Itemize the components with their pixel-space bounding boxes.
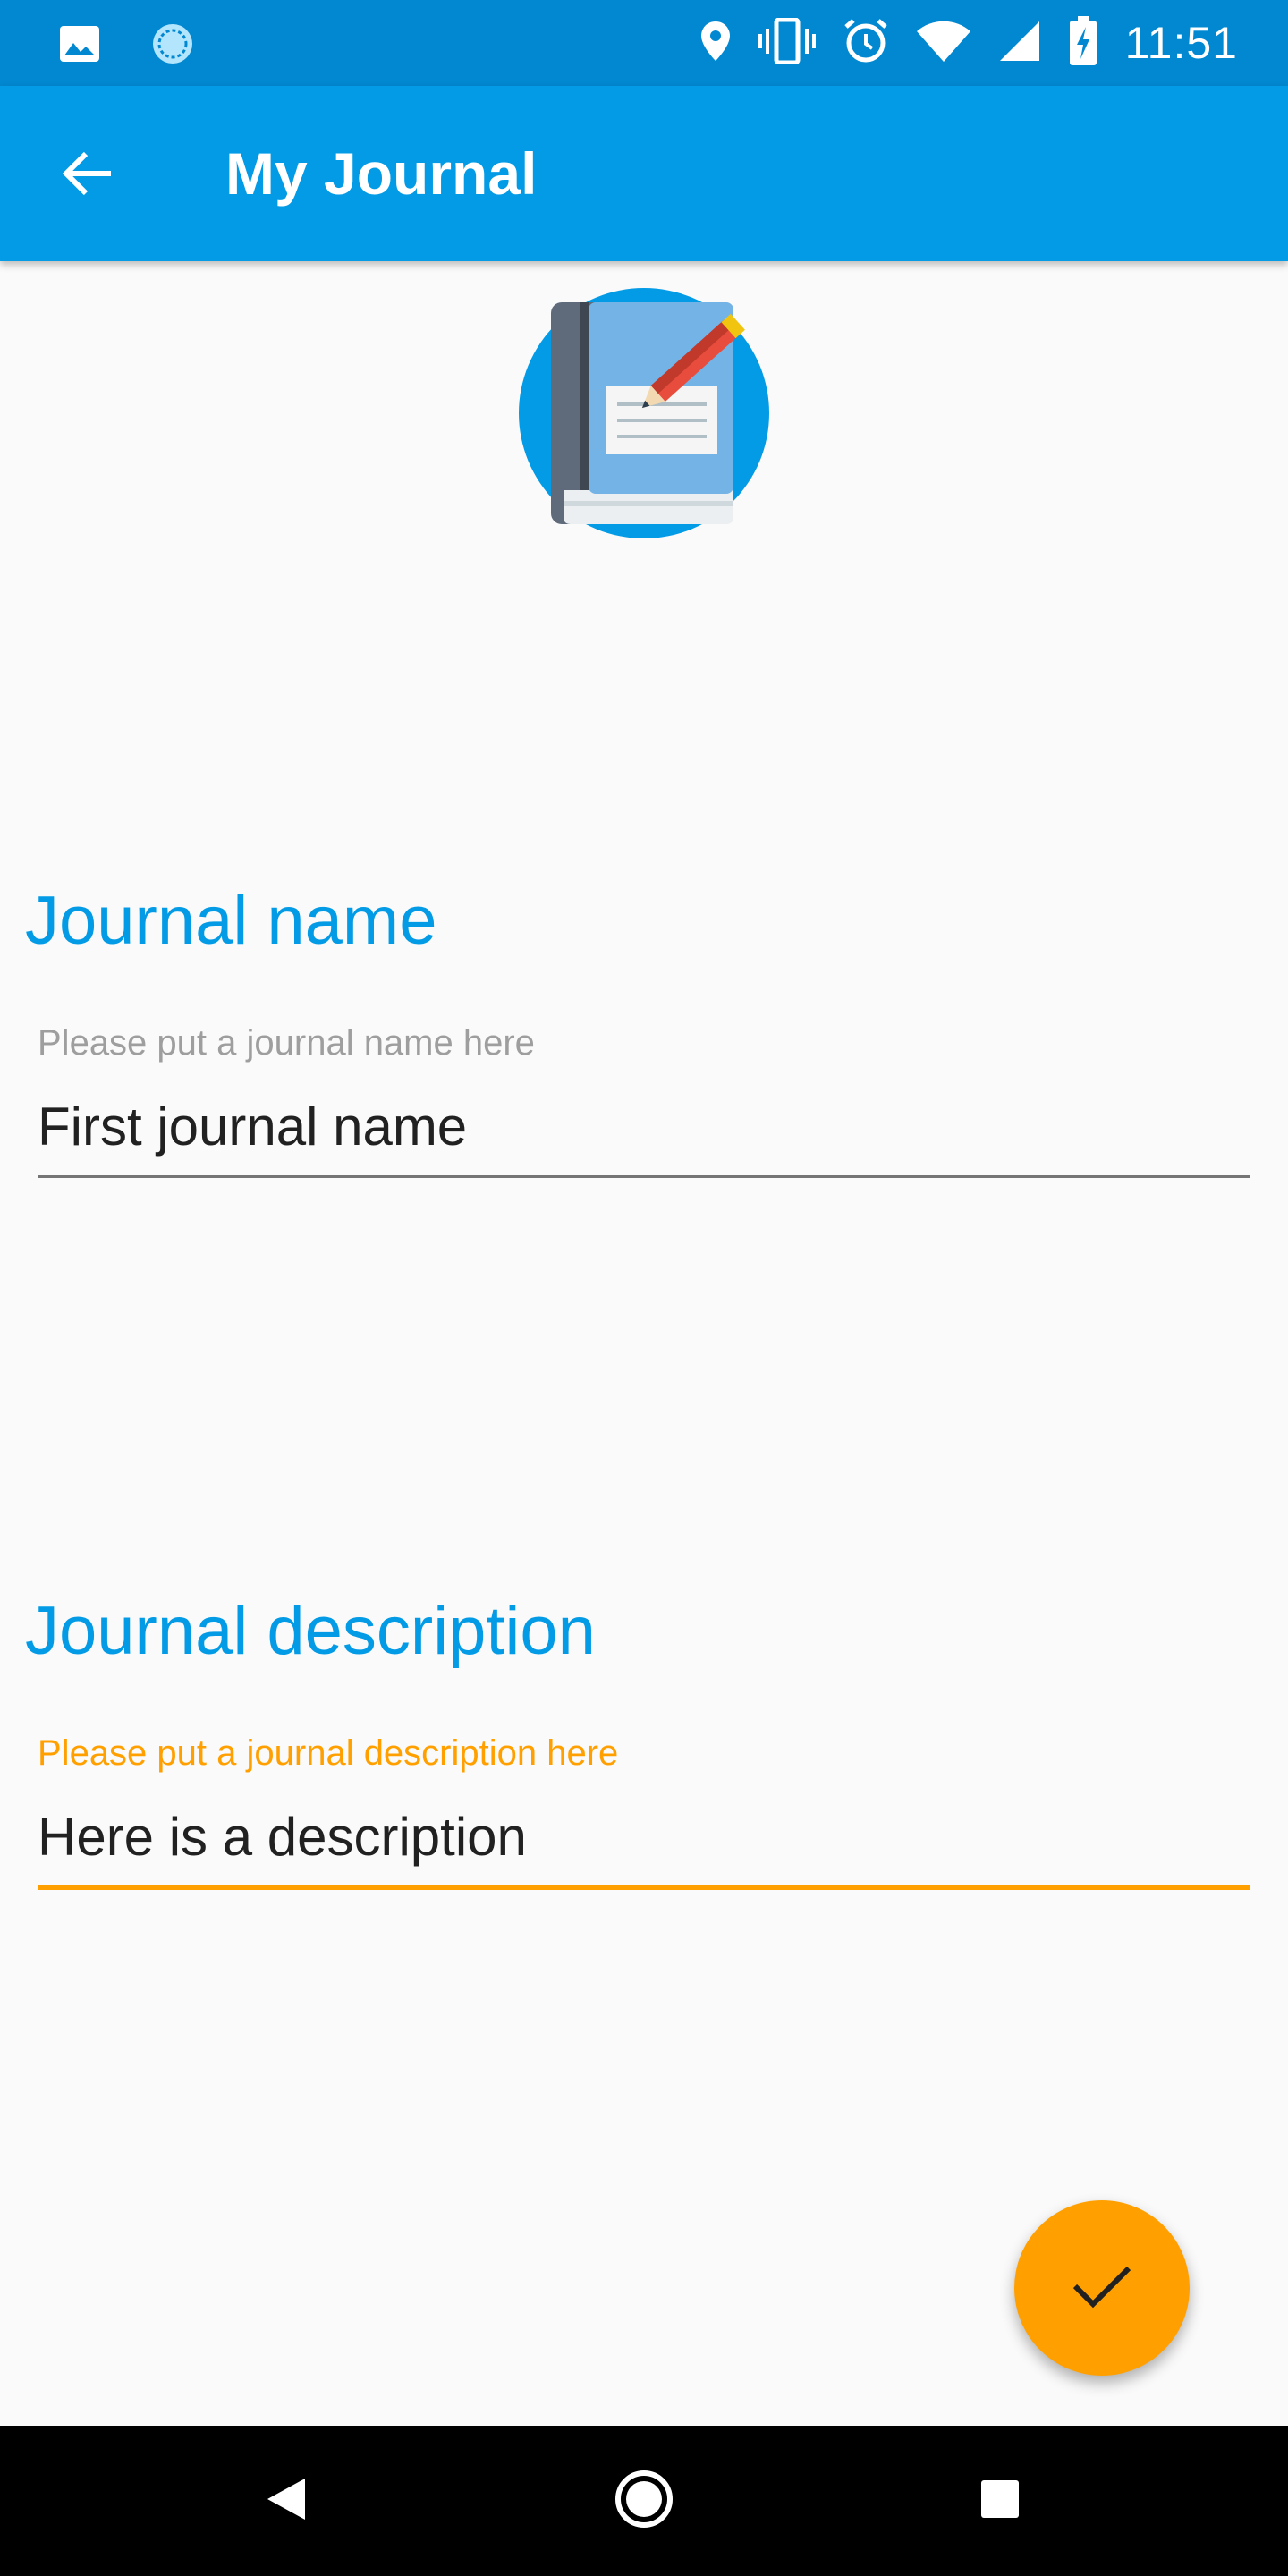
recents-square-icon	[980, 2479, 1020, 2523]
journal-description-heading: Journal description	[25, 1593, 596, 1669]
journal-description-field[interactable]: Please put a journal description here He…	[38, 1730, 1250, 1890]
journal-name-field[interactable]: Please put a journal name here First jou…	[38, 1020, 1250, 1178]
journal-description-input[interactable]: Here is a description	[38, 1801, 1250, 1873]
battery-charging-icon	[1068, 15, 1098, 71]
app-title: My Journal	[225, 140, 538, 207]
journal-description-underline	[38, 1885, 1250, 1890]
back-button[interactable]	[45, 132, 131, 218]
home-circle-icon	[614, 2470, 674, 2533]
status-time: 11:51	[1124, 18, 1238, 68]
location-icon	[699, 20, 732, 67]
nav-recents-button[interactable]	[964, 2465, 1036, 2537]
wifi-icon	[916, 21, 971, 66]
vibrate-icon	[758, 17, 816, 69]
arrow-back-icon	[61, 150, 114, 201]
alarm-icon	[843, 18, 889, 69]
journal-name-heading: Journal name	[25, 883, 437, 959]
navigation-bar	[0, 2426, 1288, 2576]
journal-name-underline	[38, 1175, 1250, 1178]
journal-book-icon	[517, 286, 771, 540]
signal-icon	[998, 20, 1041, 67]
nav-home-button[interactable]	[608, 2465, 680, 2537]
image-icon	[59, 25, 100, 67]
back-triangle-icon	[266, 2477, 307, 2526]
nav-back-button[interactable]	[250, 2465, 322, 2537]
save-button[interactable]	[1014, 2200, 1190, 2376]
check-icon	[1072, 2263, 1132, 2314]
journal-description-label: Please put a journal description here	[38, 1733, 619, 1773]
app-bar: My Journal	[0, 86, 1288, 261]
journal-name-input[interactable]: First journal name	[38, 1091, 1250, 1163]
status-bar: 11:51	[0, 0, 1288, 86]
journal-name-label: Please put a journal name here	[38, 1023, 535, 1063]
sync-icon	[150, 21, 195, 71]
